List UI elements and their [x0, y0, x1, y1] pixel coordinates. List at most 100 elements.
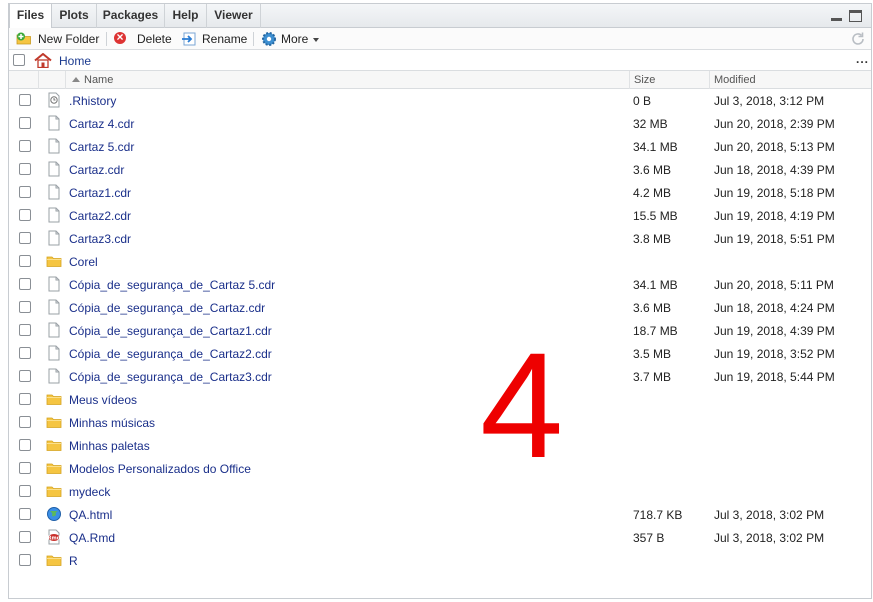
row-checkbox[interactable]	[19, 508, 31, 520]
file-name-link[interactable]: Minhas paletas	[69, 434, 150, 457]
more-menu-button[interactable]: More	[261, 28, 320, 50]
breadcrumb-home-link[interactable]: Home	[59, 50, 91, 71]
file-name-link[interactable]: Cartaz 5.cdr	[69, 135, 134, 158]
table-row[interactable]: Cartaz 4.cdr 32 MB Jun 20, 2018, 2:39 PM	[9, 112, 871, 135]
file-name-link[interactable]: Meus vídeos	[69, 388, 137, 411]
folder-icon	[46, 414, 62, 430]
table-row[interactable]: Cartaz1.cdr 4.2 MB Jun 19, 2018, 5:18 PM	[9, 181, 871, 204]
file-name-link[interactable]: Cópia_de_segurança_de_Cartaz1.cdr	[69, 319, 272, 342]
table-row[interactable]: R	[9, 549, 871, 572]
row-checkbox[interactable]	[19, 370, 31, 382]
table-row[interactable]: Cópia_de_segurança_de_Cartaz3.cdr 3.7 MB J…	[9, 365, 871, 388]
row-checkbox[interactable]	[19, 462, 31, 474]
row-checkbox[interactable]	[19, 531, 31, 543]
row-checkbox[interactable]	[19, 186, 31, 198]
file-icon	[46, 276, 62, 292]
tab-packages[interactable]: Packages	[97, 4, 165, 28]
table-row[interactable]: Cartaz3.cdr 3.8 MB Jun 19, 2018, 5:51 PM	[9, 227, 871, 250]
column-divider	[709, 71, 710, 89]
row-checkbox[interactable]	[19, 347, 31, 359]
rename-button[interactable]: Rename	[182, 28, 247, 50]
table-row[interactable]: Cartaz 5.cdr 34.1 MB Jun 20, 2018, 5:13 PM	[9, 135, 871, 158]
file-name-link[interactable]: mydeck	[69, 480, 110, 503]
file-name-link[interactable]: QA.html	[69, 503, 112, 526]
row-checkbox[interactable]	[19, 416, 31, 428]
table-row[interactable]: Cópia_de_segurança_de_Cartaz1.cdr 18.7 MB…	[9, 319, 871, 342]
file-icon	[46, 299, 62, 315]
tab-files[interactable]: Files	[9, 4, 52, 29]
file-size: 3.7 MB	[633, 370, 672, 384]
file-name-link[interactable]: Cópia_de_segurança_de_Cartaz2.cdr	[69, 342, 272, 365]
minimize-icon[interactable]	[830, 10, 843, 22]
row-checkbox[interactable]	[19, 324, 31, 336]
file-name-link[interactable]: R	[69, 549, 78, 572]
table-row[interactable]: mydeck	[9, 480, 871, 503]
file-icon	[46, 322, 62, 338]
table-row[interactable]: Minhas músicas	[9, 411, 871, 434]
tab-plots[interactable]: Plots	[52, 4, 97, 28]
table-row[interactable]: Meus vídeos	[9, 388, 871, 411]
file-name-link[interactable]: .Rhistory	[69, 89, 116, 112]
row-checkbox[interactable]	[19, 117, 31, 129]
row-checkbox[interactable]	[19, 554, 31, 566]
file-name-link[interactable]: Cartaz1.cdr	[69, 181, 131, 204]
tab-viewer[interactable]: Viewer	[207, 4, 261, 28]
file-name-link[interactable]: Minhas músicas	[69, 411, 155, 434]
rmd-icon: Rmd	[46, 529, 62, 545]
file-name-link[interactable]: Cartaz2.cdr	[69, 204, 131, 227]
path-more-button[interactable]: ...	[856, 50, 869, 71]
column-header-size[interactable]: Size	[634, 71, 655, 89]
file-name-link[interactable]: Cartaz.cdr	[69, 158, 124, 181]
file-name-link[interactable]: Cartaz3.cdr	[69, 227, 131, 250]
table-row[interactable]: Modelos Personalizados do Office	[9, 457, 871, 480]
file-name-link[interactable]: Cópia_de_segurança_de_Cartaz.cdr	[69, 296, 265, 319]
file-name-link[interactable]: Corel	[69, 250, 98, 273]
rename-label: Rename	[202, 32, 248, 46]
row-checkbox[interactable]	[19, 140, 31, 152]
row-checkbox[interactable]	[19, 94, 31, 106]
column-header-modified[interactable]: Modified	[714, 71, 756, 89]
row-checkbox[interactable]	[19, 439, 31, 451]
row-checkbox[interactable]	[19, 209, 31, 221]
folder-icon	[46, 460, 62, 476]
file-size: 34.1 MB	[633, 278, 678, 292]
row-checkbox[interactable]	[19, 278, 31, 290]
column-header-name[interactable]: Name	[72, 71, 113, 89]
row-checkbox[interactable]	[19, 485, 31, 497]
table-row[interactable]: .Rhistory 0 B Jul 3, 2018, 3:12 PM	[9, 89, 871, 112]
table-row[interactable]: Corel	[9, 250, 871, 273]
file-icon	[46, 230, 62, 246]
select-all-checkbox[interactable]	[13, 54, 25, 66]
file-name-link[interactable]: Cópia_de_segurança_de_Cartaz3.cdr	[69, 365, 272, 388]
table-row[interactable]: Cópia_de_segurança_de_Cartaz2.cdr 3.5 MB J…	[9, 342, 871, 365]
table-row[interactable]: Cópia_de_segurança_de_Cartaz 5.cdr 34.1 M…	[9, 273, 871, 296]
folder-icon	[46, 391, 62, 407]
table-row[interactable]: Rmd QA.Rmd 357 B Jul 3, 2018, 3:02 PM	[9, 526, 871, 549]
delete-button[interactable]: Delete	[114, 27, 172, 50]
file-size: 4.2 MB	[633, 186, 672, 200]
file-name-link[interactable]: Modelos Personalizados do Office	[69, 457, 251, 480]
row-checkbox[interactable]	[19, 163, 31, 175]
folder-icon	[46, 552, 62, 568]
file-modified: Jul 3, 2018, 3:02 PM	[714, 508, 825, 522]
table-row[interactable]: Cartaz2.cdr 15.5 MB Jun 19, 2018, 4:19 PM	[9, 204, 871, 227]
file-size: 32 MB	[633, 117, 668, 131]
file-name-link[interactable]: QA.Rmd	[69, 526, 115, 549]
row-checkbox[interactable]	[19, 232, 31, 244]
row-checkbox[interactable]	[19, 393, 31, 405]
new-folder-button[interactable]: New Folder	[16, 28, 99, 50]
new-folder-label: New Folder	[38, 32, 100, 46]
tab-help[interactable]: Help	[165, 4, 207, 28]
refresh-icon[interactable]	[850, 31, 866, 47]
table-row[interactable]: Cartaz.cdr 3.6 MB Jun 18, 2018, 4:39 PM	[9, 158, 871, 181]
file-name-link[interactable]: Cartaz 4.cdr	[69, 112, 134, 135]
table-row[interactable]: Minhas paletas	[9, 434, 871, 457]
row-checkbox[interactable]	[19, 301, 31, 313]
row-checkbox[interactable]	[19, 255, 31, 267]
file-name-link[interactable]: Cópia_de_segurança_de_Cartaz 5.cdr	[69, 273, 275, 296]
home-icon[interactable]	[34, 53, 52, 68]
table-row[interactable]: QA.html 718.7 KB Jul 3, 2018, 3:02 PM	[9, 503, 871, 526]
table-row[interactable]: Cópia_de_segurança_de_Cartaz.cdr 3.6 MB Ju…	[9, 296, 871, 319]
file-size: 718.7 KB	[633, 508, 683, 522]
maximize-icon[interactable]	[849, 10, 862, 22]
